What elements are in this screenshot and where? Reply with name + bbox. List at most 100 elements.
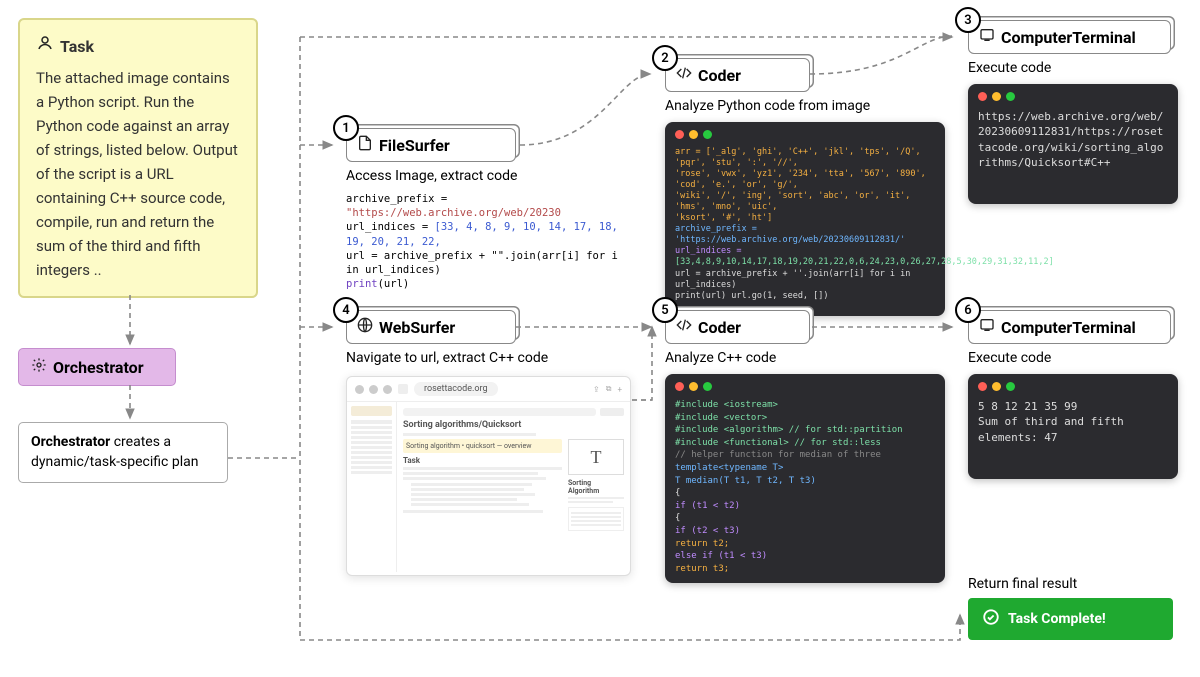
code-icon — [676, 317, 692, 337]
step-2-subtitle: Analyze Python code from image — [665, 98, 945, 114]
step-5-terminal: #include <iostream> #include <vector> #i… — [665, 374, 945, 583]
c: url_indices = — [346, 221, 435, 233]
terminal-icon — [979, 317, 995, 337]
step-3-terminal: https://web.archive.org/web/202306091128… — [968, 84, 1178, 204]
c: { — [675, 512, 935, 525]
traffic-lights — [675, 130, 935, 139]
step-2-terminal: arr = ['_alg', 'ghi', 'C++', 'jkl', 'tps… — [665, 122, 945, 316]
c: url_indices = — [675, 246, 742, 256]
c: T median(T t1, T t2, T t3) — [675, 475, 935, 488]
task-title-row: Task — [36, 34, 240, 60]
browser-window: rosettacode.org ⇪ ⧉ + — [346, 376, 631, 576]
c: #include <vector> — [675, 412, 935, 425]
c: archive_prefix = — [346, 193, 447, 205]
file-icon — [357, 135, 373, 155]
step-4-subtitle: Navigate to url, extract C++ code — [346, 350, 631, 366]
agent-card-terminal-3: 3 ComputerTerminal — [968, 20, 1171, 54]
traffic-lights — [675, 382, 935, 391]
agent-name-1: FileSurfer — [379, 136, 450, 155]
agent-name-4: WebSurfer — [379, 318, 455, 337]
final-button-text: Task Complete! — [1008, 611, 1106, 627]
step-6-out1: 5 8 12 21 35 99 — [978, 399, 1168, 414]
c: print — [346, 278, 378, 290]
gear-icon — [31, 357, 47, 377]
c: print(url) url.go(1, seed, []) — [675, 291, 829, 301]
agent-card-websurfer: 4 WebSurfer — [346, 310, 516, 344]
c: { — [675, 487, 935, 500]
step-5-subtitle: Analyze C++ code — [665, 350, 945, 366]
c: else if (t1 < t3) — [675, 550, 935, 563]
c: 'ksort', '#', 'ht'] — [675, 213, 772, 223]
agent-card-filesurfer: 1 FileSurfer — [346, 128, 516, 162]
c: if (t1 < t2) — [675, 500, 935, 513]
agent-name-6: ComputerTerminal — [1001, 318, 1136, 337]
step-6: 6 ComputerTerminal Execute code 5 8 12 2… — [968, 310, 1178, 479]
agent-name-2: Coder — [698, 66, 741, 85]
plan-bold: Orchestrator — [31, 434, 110, 450]
step-3-output: https://web.archive.org/web/202306091128… — [978, 109, 1168, 171]
c: archive_prefix = 'https://web.archive.or… — [675, 224, 905, 245]
agent-card-terminal-6: 6 ComputerTerminal — [968, 310, 1171, 344]
traffic-lights — [978, 92, 1168, 101]
step-2: 2 Coder Analyze Python code from image a… — [665, 58, 945, 316]
c: #include <iostream> — [675, 399, 935, 412]
c: "https://web.archive.org/web/20230 — [346, 207, 561, 219]
step-1-code: archive_prefix = "https://web.archive.or… — [346, 192, 631, 291]
step-6-subtitle: Execute code — [968, 350, 1178, 366]
task-title: Task — [60, 34, 94, 60]
page-title: Sorting algorithms/Quicksort — [403, 420, 624, 430]
step-number-5: 5 — [652, 297, 678, 323]
browser-address-bar: rosettacode.org ⇪ ⧉ + — [347, 377, 630, 402]
agent-name-5: Coder — [698, 318, 741, 337]
c: return t3; — [675, 563, 935, 576]
share-icon: ⇪ — [593, 385, 600, 394]
c: url = archive_prefix + ''.join(arr[i] fo… — [675, 269, 910, 290]
step-6-terminal: 5 8 12 21 35 99 Sum of third and fifth e… — [968, 374, 1178, 479]
final-block: Return final result Task Complete! — [968, 570, 1173, 640]
step-number-3: 3 — [955, 7, 981, 33]
c: url = archive_prefix + "".join(arr[i] fo… — [346, 249, 631, 277]
agent-name-3: ComputerTerminal — [1001, 28, 1136, 47]
c: #include <algorithm> // for std::partiti… — [675, 424, 935, 437]
step-6-out2: Sum of third and fifth elements: 47 — [978, 414, 1168, 445]
terminal-icon — [979, 27, 995, 47]
c: arr = ['_alg', 'ghi', 'C++', 'jkl', 'tps… — [675, 147, 921, 168]
browser-url: rosettacode.org — [414, 382, 498, 396]
user-icon — [36, 34, 54, 60]
step-1: 1 FileSurfer Access Image, extract code … — [346, 128, 631, 291]
c: return t2; — [675, 538, 935, 551]
code-icon — [676, 65, 692, 85]
step-4: 4 WebSurfer Navigate to url, extract C++… — [346, 310, 631, 576]
traffic-lights — [355, 385, 392, 394]
agent-card-coder-2: 2 Coder — [665, 58, 810, 92]
task-complete-badge: Task Complete! — [968, 598, 1173, 640]
task-h: Task — [403, 456, 562, 465]
sa: Sorting Algorithm — [568, 479, 624, 495]
c: 'rose', 'vwx', 'yz1', '234', 'tta', '567… — [675, 169, 926, 190]
agent-card-coder-5: 5 Coder — [665, 310, 810, 344]
copy-icon: ⧉ — [606, 384, 612, 394]
c: #include <functional> // for std::less — [675, 437, 935, 450]
step-1-subtitle: Access Image, extract code — [346, 168, 631, 184]
c: [33,4,8,9,10,14,17,18,19,20,21,22,0,6,24… — [675, 257, 1054, 267]
c: (url) — [378, 278, 410, 290]
step-5: 5 Coder Analyze C++ code #include <iostr… — [665, 310, 945, 583]
step-number-4: 4 — [333, 297, 359, 323]
step-number-1: 1 — [333, 115, 359, 141]
orchestrator-label: Orchestrator — [53, 358, 144, 377]
task-card: Task The attached image contains a Pytho… — [18, 18, 258, 298]
traffic-lights — [978, 382, 1168, 391]
c: template<typename T> — [675, 462, 935, 475]
globe-icon — [357, 317, 373, 337]
step-3: 3 ComputerTerminal Execute code https://… — [968, 20, 1178, 204]
c: 'wiki', '/', 'ing', 'sort', 'abc', 'or',… — [675, 191, 910, 212]
c: if (t2 < t3) — [675, 525, 935, 538]
task-body: The attached image contains a Python scr… — [36, 66, 240, 282]
step-number-2: 2 — [652, 45, 678, 71]
c: // helper function for median of three — [675, 449, 935, 462]
lock-icon — [398, 384, 408, 394]
final-label: Return final result — [968, 576, 1173, 592]
step-3-subtitle: Execute code — [968, 60, 1178, 76]
step-number-6: 6 — [955, 297, 981, 323]
plan-card: Orchestrator creates a dynamic/task-spec… — [18, 422, 228, 483]
